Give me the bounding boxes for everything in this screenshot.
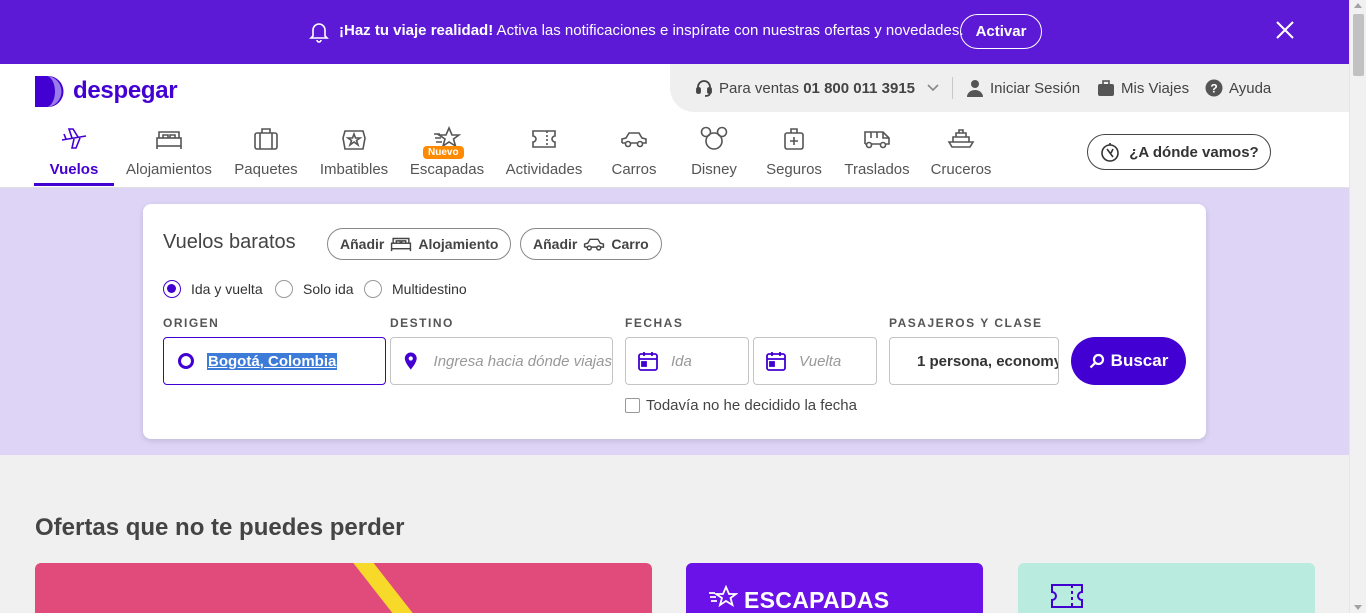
scrollbar-thumb[interactable]: [1353, 14, 1364, 76]
circle-marker-icon: [178, 353, 194, 369]
flight-search-card: Vuelos baratos Añadir Alojamiento Añadir…: [143, 204, 1206, 439]
new-badge: Nuevo: [423, 146, 464, 159]
radio-button[interactable]: [275, 280, 293, 298]
passengers-label: PASAJEROS Y CLASE: [889, 316, 1043, 330]
svg-text:?: ?: [1210, 82, 1217, 96]
radio-button[interactable]: [163, 280, 181, 298]
car-icon: [621, 132, 647, 148]
checkbox[interactable]: [625, 398, 640, 413]
tab-traslados[interactable]: Traslados: [840, 122, 914, 186]
ship-icon: [947, 129, 975, 148]
calendar-icon: [766, 352, 786, 371]
radio-one-way[interactable]: Solo ida: [275, 279, 354, 299]
add-lodging-button[interactable]: Añadir Alojamiento: [327, 228, 512, 260]
undecided-date-checkbox[interactable]: Todavía no he decidido la fecha: [625, 397, 857, 414]
dates-label: FECHAS: [625, 316, 684, 330]
tab-imbatibles[interactable]: Imbatibles: [318, 122, 390, 186]
offer-card-escapadas[interactable]: ESCAPADAS: [686, 563, 983, 613]
login-link[interactable]: Iniciar Sesión: [966, 78, 1080, 98]
offer-card[interactable]: [35, 563, 652, 613]
mickey-icon: [700, 126, 728, 150]
search-icon: [1089, 353, 1104, 369]
passengers-field[interactable]: 1 persona, economy: [889, 337, 1059, 385]
where-to-go-button[interactable]: ¿A dónde vamos?: [1087, 134, 1271, 170]
chevron-down-icon: [927, 84, 939, 92]
bed-icon: [156, 131, 182, 149]
destination-label: DESTINO: [390, 316, 454, 330]
ticket-icon: [532, 130, 556, 148]
ticket-icon: [1051, 584, 1083, 608]
medical-kit-icon: [784, 128, 804, 150]
scroll-down-arrow[interactable]: [1354, 605, 1362, 610]
page-scrollbar[interactable]: [1349, 0, 1366, 613]
top-utility-bar: Para ventas 01 800 011 3915 Iniciar Sesi…: [670, 64, 1349, 112]
bed-icon: [391, 237, 412, 252]
offers-title: Ofertas que no te puedes perder: [35, 514, 405, 541]
calendar-icon: [638, 352, 658, 371]
briefcase-icon: [1098, 80, 1114, 96]
sales-phone[interactable]: Para ventas 01 800 011 3915: [695, 78, 945, 98]
bell-icon: [309, 23, 329, 43]
tab-escapadas[interactable]: Nuevo Escapadas: [406, 122, 488, 186]
plane-icon: [61, 128, 87, 149]
add-car-button[interactable]: Añadir Carro: [520, 228, 662, 260]
despegar-logo-icon: [35, 75, 64, 107]
close-icon[interactable]: [1274, 19, 1296, 41]
page: ¡Haz tu viaje realidad! Activa las notif…: [0, 0, 1349, 613]
departure-date-field[interactable]: Ida: [625, 337, 749, 385]
offer-card[interactable]: [1018, 563, 1315, 613]
tab-carros[interactable]: Carros: [602, 122, 666, 186]
origin-label: ORIGEN: [163, 316, 220, 330]
star-icon: [709, 585, 738, 608]
user-icon: [967, 80, 983, 97]
suitcase-icon: [254, 128, 278, 150]
brand-logo[interactable]: despegar: [34, 74, 178, 108]
tab-vuelos[interactable]: Vuelos: [34, 122, 114, 186]
search-button[interactable]: Buscar: [1071, 337, 1186, 385]
tab-alojamientos[interactable]: Alojamientos: [124, 122, 214, 186]
my-trips-link[interactable]: Mis Viajes: [1097, 78, 1189, 98]
scroll-up-arrow[interactable]: [1354, 3, 1362, 8]
radio-round-trip[interactable]: Ida y vuelta: [163, 279, 263, 299]
divider: [952, 77, 953, 99]
car-icon: [584, 238, 605, 251]
site-header: despegar Para ventas 01 800 011 3915 Ini…: [0, 64, 1349, 188]
gift-icon: [342, 130, 366, 150]
tab-seguros[interactable]: Seguros: [762, 122, 826, 186]
notification-message: ¡Haz tu viaje realidad! Activa las notif…: [339, 22, 964, 39]
van-icon: [864, 131, 890, 149]
headset-icon: [696, 80, 712, 97]
help-icon: ?: [1205, 79, 1223, 97]
radio-button[interactable]: [364, 280, 382, 298]
return-date-field[interactable]: Vuelta: [753, 337, 877, 385]
activate-notifications-button[interactable]: Activar: [960, 14, 1042, 49]
destination-field[interactable]: Ingresa hacia dónde viajas: [390, 337, 613, 385]
location-pin-icon: [404, 352, 417, 370]
tab-paquetes[interactable]: Paquetes: [230, 122, 302, 186]
origin-field[interactable]: Bogotá, Colombia: [163, 337, 386, 385]
decorative-stripe: [348, 563, 418, 613]
tab-actividades[interactable]: Actividades: [502, 122, 586, 186]
tab-disney[interactable]: Disney: [682, 122, 746, 186]
tab-cruceros[interactable]: Cruceros: [928, 122, 994, 186]
brand-name: despegar: [73, 77, 178, 104]
help-link[interactable]: ? Ayuda: [1205, 78, 1271, 98]
compass-icon: [1101, 143, 1120, 162]
search-title: Vuelos baratos: [163, 231, 296, 253]
notification-banner: ¡Haz tu viaje realidad! Activa las notif…: [0, 0, 1349, 64]
radio-multi-destination[interactable]: Multidestino: [364, 279, 467, 299]
